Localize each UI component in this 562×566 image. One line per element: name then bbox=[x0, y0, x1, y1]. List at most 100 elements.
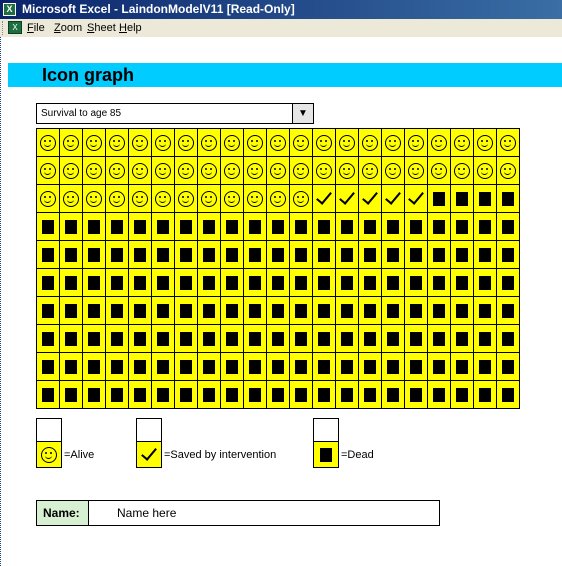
grid-cell-dead[interactable] bbox=[129, 213, 152, 241]
grid-cell-dead[interactable] bbox=[359, 353, 382, 381]
grid-cell-dead[interactable] bbox=[37, 325, 60, 353]
grid-cell-dead[interactable] bbox=[152, 269, 175, 297]
grid-cell-dead[interactable] bbox=[428, 325, 451, 353]
grid-cell-alive[interactable] bbox=[244, 157, 267, 185]
grid-cell-dead[interactable] bbox=[106, 213, 129, 241]
grid-cell-alive[interactable] bbox=[106, 185, 129, 213]
grid-cell-dead[interactable] bbox=[106, 353, 129, 381]
grid-cell-alive[interactable] bbox=[336, 157, 359, 185]
grid-cell-dead[interactable] bbox=[60, 353, 83, 381]
grid-cell-alive[interactable] bbox=[267, 157, 290, 185]
toolbar-grip[interactable] bbox=[2, 21, 6, 35]
grid-cell-dead[interactable] bbox=[290, 325, 313, 353]
grid-cell-dead[interactable] bbox=[221, 241, 244, 269]
grid-cell-dead[interactable] bbox=[474, 353, 497, 381]
grid-cell-dead[interactable] bbox=[313, 297, 336, 325]
grid-cell-dead[interactable] bbox=[106, 325, 129, 353]
grid-cell-dead[interactable] bbox=[474, 325, 497, 353]
grid-cell-dead[interactable] bbox=[290, 213, 313, 241]
grid-cell-dead[interactable] bbox=[474, 185, 497, 213]
grid-cell-dead[interactable] bbox=[267, 381, 290, 409]
grid-cell-dead[interactable] bbox=[244, 213, 267, 241]
grid-cell-dead[interactable] bbox=[175, 297, 198, 325]
grid-cell-dead[interactable] bbox=[451, 213, 474, 241]
menu-file[interactable]: File bbox=[27, 19, 45, 37]
menu-help[interactable]: Help bbox=[119, 19, 142, 37]
grid-cell-dead[interactable] bbox=[60, 213, 83, 241]
grid-cell-dead[interactable] bbox=[474, 269, 497, 297]
grid-cell-saved[interactable] bbox=[359, 185, 382, 213]
grid-cell-dead[interactable] bbox=[313, 325, 336, 353]
grid-cell-dead[interactable] bbox=[244, 241, 267, 269]
menu-sheet[interactable]: Sheet bbox=[87, 19, 116, 37]
grid-cell-dead[interactable] bbox=[175, 213, 198, 241]
grid-cell-dead[interactable] bbox=[451, 353, 474, 381]
grid-cell-alive[interactable] bbox=[175, 157, 198, 185]
grid-cell-alive[interactable] bbox=[198, 129, 221, 157]
grid-cell-dead[interactable] bbox=[129, 297, 152, 325]
grid-cell-alive[interactable] bbox=[198, 157, 221, 185]
grid-cell-dead[interactable] bbox=[336, 241, 359, 269]
grid-cell-dead[interactable] bbox=[83, 381, 106, 409]
grid-cell-dead[interactable] bbox=[244, 381, 267, 409]
grid-cell-dead[interactable] bbox=[267, 241, 290, 269]
grid-cell-dead[interactable] bbox=[359, 213, 382, 241]
grid-cell-dead[interactable] bbox=[244, 353, 267, 381]
grid-cell-alive[interactable] bbox=[405, 129, 428, 157]
grid-cell-dead[interactable] bbox=[244, 325, 267, 353]
grid-cell-alive[interactable] bbox=[244, 185, 267, 213]
grid-cell-dead[interactable] bbox=[474, 381, 497, 409]
grid-cell-alive[interactable] bbox=[106, 129, 129, 157]
grid-cell-dead[interactable] bbox=[198, 325, 221, 353]
grid-cell-dead[interactable] bbox=[267, 269, 290, 297]
excel-icon[interactable]: X bbox=[3, 3, 16, 16]
grid-cell-dead[interactable] bbox=[267, 325, 290, 353]
grid-cell-dead[interactable] bbox=[152, 213, 175, 241]
grid-cell-dead[interactable] bbox=[428, 241, 451, 269]
grid-cell-dead[interactable] bbox=[37, 381, 60, 409]
grid-cell-dead[interactable] bbox=[175, 241, 198, 269]
grid-cell-dead[interactable] bbox=[198, 297, 221, 325]
grid-cell-dead[interactable] bbox=[244, 269, 267, 297]
grid-cell-dead[interactable] bbox=[60, 269, 83, 297]
grid-cell-dead[interactable] bbox=[451, 241, 474, 269]
grid-cell-alive[interactable] bbox=[474, 129, 497, 157]
grid-cell-alive[interactable] bbox=[267, 129, 290, 157]
grid-cell-dead[interactable] bbox=[497, 297, 520, 325]
grid-cell-dead[interactable] bbox=[382, 325, 405, 353]
grid-cell-dead[interactable] bbox=[428, 185, 451, 213]
grid-cell-dead[interactable] bbox=[198, 381, 221, 409]
grid-cell-dead[interactable] bbox=[221, 269, 244, 297]
grid-cell-dead[interactable] bbox=[60, 381, 83, 409]
grid-cell-dead[interactable] bbox=[405, 381, 428, 409]
grid-cell-alive[interactable] bbox=[221, 129, 244, 157]
grid-cell-dead[interactable] bbox=[221, 353, 244, 381]
grid-cell-dead[interactable] bbox=[198, 241, 221, 269]
grid-cell-dead[interactable] bbox=[106, 269, 129, 297]
grid-cell-alive[interactable] bbox=[175, 185, 198, 213]
outcome-dropdown[interactable]: Survival to age 85 ▼ bbox=[36, 103, 314, 124]
grid-cell-dead[interactable] bbox=[60, 325, 83, 353]
grid-cell-dead[interactable] bbox=[198, 213, 221, 241]
grid-cell-dead[interactable] bbox=[451, 297, 474, 325]
grid-cell-alive[interactable] bbox=[221, 185, 244, 213]
workbook-icon[interactable]: X bbox=[8, 21, 22, 34]
grid-cell-alive[interactable] bbox=[83, 157, 106, 185]
grid-cell-dead[interactable] bbox=[60, 241, 83, 269]
grid-cell-dead[interactable] bbox=[152, 297, 175, 325]
grid-cell-alive[interactable] bbox=[37, 129, 60, 157]
grid-cell-alive[interactable] bbox=[129, 185, 152, 213]
grid-cell-dead[interactable] bbox=[359, 241, 382, 269]
grid-cell-dead[interactable] bbox=[336, 381, 359, 409]
grid-cell-alive[interactable] bbox=[152, 185, 175, 213]
grid-cell-alive[interactable] bbox=[359, 157, 382, 185]
grid-cell-dead[interactable] bbox=[221, 297, 244, 325]
grid-cell-alive[interactable] bbox=[60, 185, 83, 213]
grid-cell-dead[interactable] bbox=[497, 353, 520, 381]
grid-cell-dead[interactable] bbox=[129, 325, 152, 353]
grid-cell-alive[interactable] bbox=[497, 157, 520, 185]
grid-cell-dead[interactable] bbox=[497, 381, 520, 409]
grid-cell-alive[interactable] bbox=[428, 157, 451, 185]
grid-cell-dead[interactable] bbox=[83, 269, 106, 297]
grid-cell-alive[interactable] bbox=[175, 129, 198, 157]
